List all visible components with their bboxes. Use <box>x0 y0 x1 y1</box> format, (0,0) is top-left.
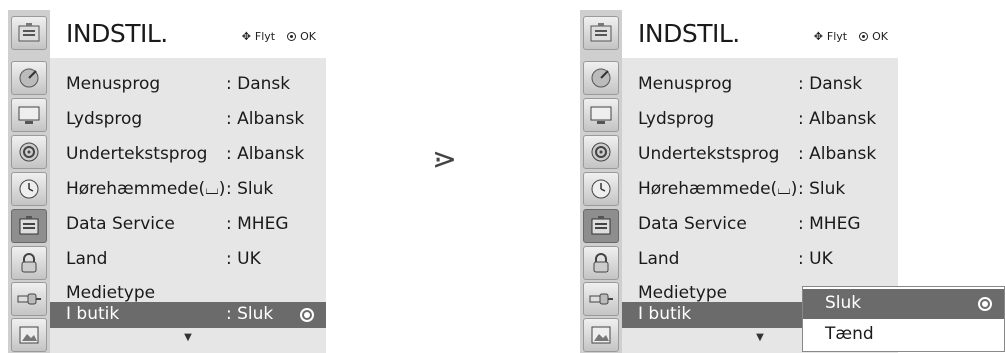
menu-item-data-service[interactable]: Data Service : MHEG <box>50 210 326 240</box>
speaker-icon[interactable] <box>583 135 619 169</box>
nav-move-label: Flyt <box>254 30 276 43</box>
category-icon-column <box>8 10 50 353</box>
menu-item-land[interactable]: Land : UK <box>50 245 326 275</box>
speaker-icon[interactable] <box>11 135 47 169</box>
nav-hint: ✥ Flyt OK <box>814 30 888 43</box>
lock-icon[interactable] <box>583 246 619 280</box>
settings-box-icon[interactable] <box>583 209 619 243</box>
menu-item-value: : MHEG <box>798 214 861 234</box>
menu-item-value: : Sluk <box>226 179 274 199</box>
menu-item-label: Data Service <box>66 214 175 234</box>
menu-item-label: Hørehæmmede(⌴) <box>638 179 798 199</box>
settings-box-icon[interactable] <box>11 16 47 50</box>
menu-item-label: Medietype <box>638 283 728 303</box>
menu-item-label: I butik <box>66 304 120 324</box>
menu-item-label: Land <box>638 249 680 269</box>
satellite-dish-icon[interactable] <box>11 61 47 95</box>
menu-header: INDSTIL. ✥ Flyt OK <box>622 10 898 58</box>
picture-icon[interactable] <box>11 318 47 352</box>
menu-item-lydsprog[interactable]: Lydsprog : Albansk <box>50 105 326 135</box>
setup-menu-before: INDSTIL. ✥ Flyt OK Menusprog : Dansk Lyd… <box>8 10 326 353</box>
menu-item-label: Menusprog <box>66 74 161 94</box>
menu-item-label: Lydsprog <box>638 109 715 129</box>
menu-item-horehaemmede[interactable]: Hørehæmmede(⌴) : Sluk <box>622 175 898 205</box>
menu-item-lydsprog[interactable]: Lydsprog : Albansk <box>622 105 898 135</box>
nav-hint: ✥ Flyt OK <box>242 30 316 43</box>
menu-item-data-service[interactable]: Data Service : MHEG <box>622 210 898 240</box>
menu-item-label: Data Service <box>638 214 747 234</box>
ok-button-icon <box>287 32 297 41</box>
settings-box-icon[interactable] <box>583 16 619 50</box>
menu-item-label: Medietype <box>66 283 156 303</box>
clock-icon[interactable] <box>583 172 619 206</box>
lock-icon[interactable] <box>11 246 47 280</box>
connector-icon[interactable] <box>583 282 619 316</box>
nav-ok-label: OK <box>300 30 316 43</box>
menu-item-i-butik[interactable]: I butik : Sluk <box>50 302 326 328</box>
satellite-dish-icon[interactable] <box>583 61 619 95</box>
menu-item-label: Undertekstsprog <box>66 144 208 164</box>
move-arrows-icon: ✥ <box>241 30 251 43</box>
menu-item-value: : Albansk <box>226 109 305 129</box>
nav-move-label: Flyt <box>826 30 848 43</box>
menu-item-menusprog[interactable]: Menusprog : Dansk <box>50 70 326 100</box>
menu-item-value: : UK <box>798 249 833 269</box>
menu-item-undertekstsprog[interactable]: Undertekstsprog : Albansk <box>622 140 898 170</box>
nav-ok-label: OK <box>872 30 888 43</box>
selected-radio-icon <box>978 297 992 311</box>
settings-box-icon[interactable] <box>11 209 47 243</box>
selected-radio-icon <box>300 308 314 322</box>
picture-icon[interactable] <box>583 318 619 352</box>
option-taend[interactable]: Tænd <box>803 320 1004 350</box>
menu-item-label: Lydsprog <box>66 109 143 129</box>
menu-item-value: : MHEG <box>226 214 289 234</box>
transition-arrow: ⋗ <box>432 142 458 177</box>
connector-icon[interactable] <box>11 282 47 316</box>
ok-button-icon <box>859 32 869 41</box>
option-label: Sluk <box>825 293 862 313</box>
option-sluk[interactable]: Sluk <box>803 289 1004 319</box>
menu-item-horehaemmede[interactable]: Hørehæmmede(⌴) : Sluk <box>50 175 326 205</box>
monitor-icon[interactable] <box>583 98 619 132</box>
menu-item-undertekstsprog[interactable]: Undertekstsprog : Albansk <box>50 140 326 170</box>
menu-item-label: Land <box>66 249 108 269</box>
menu-item-value: : Albansk <box>798 144 877 164</box>
menu-item-value: : Albansk <box>226 144 305 164</box>
scroll-down-indicator[interactable]: ▼ <box>50 332 326 346</box>
menu-title: INDSTIL. <box>638 19 740 48</box>
menu-item-menusprog[interactable]: Menusprog : Dansk <box>622 70 898 100</box>
category-icon-column <box>580 10 622 353</box>
menu-item-label: I butik <box>638 304 692 324</box>
menu-item-value: : UK <box>226 249 261 269</box>
menu-item-label: Undertekstsprog <box>638 144 780 164</box>
menu-title: INDSTIL. <box>66 19 168 48</box>
monitor-icon[interactable] <box>11 98 47 132</box>
menu-item-value: : Albansk <box>798 109 877 129</box>
menu-item-value: : Sluk <box>226 304 274 324</box>
menu-header: INDSTIL. ✥ Flyt OK <box>50 10 326 58</box>
menu-item-label: Menusprog <box>638 74 733 94</box>
menu-item-label: Hørehæmmede(⌴) <box>66 179 226 199</box>
menu-item-value: : Sluk <box>798 179 846 199</box>
i-butik-options-popup: Sluk Tænd <box>802 286 1005 352</box>
clock-icon[interactable] <box>11 172 47 206</box>
menu-item-value: : Dansk <box>226 74 291 94</box>
move-arrows-icon: ✥ <box>813 30 823 43</box>
menu-item-land[interactable]: Land : UK <box>622 245 898 275</box>
menu-item-value: : Dansk <box>798 74 863 94</box>
option-label: Tænd <box>825 324 874 344</box>
